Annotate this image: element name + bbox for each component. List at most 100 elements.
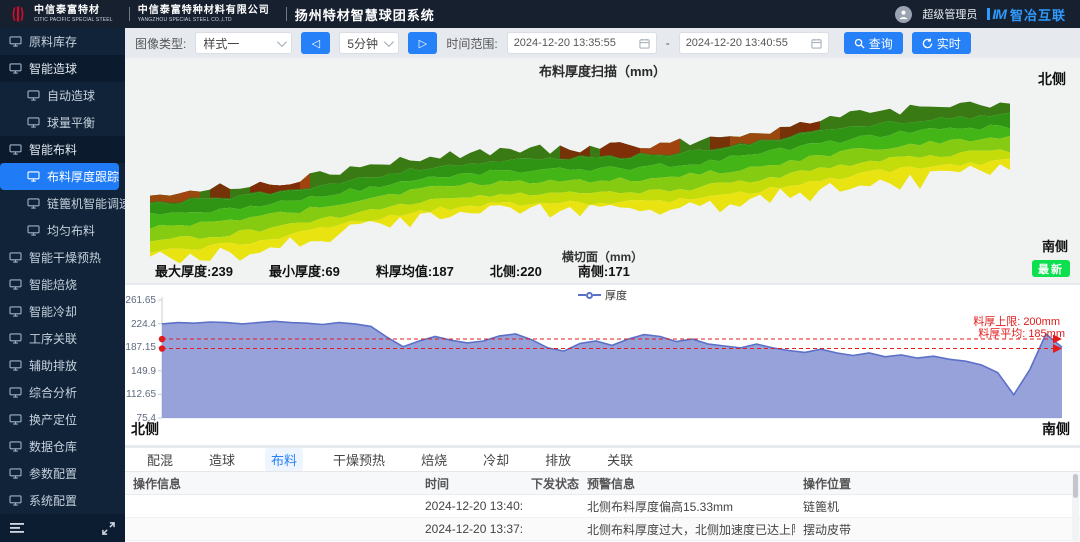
user-avatar[interactable] bbox=[895, 6, 912, 23]
table-cell: 2024-12-20 13:40:00 bbox=[417, 499, 523, 513]
sidebar-item-menu[interactable]: 智能布料 bbox=[0, 136, 125, 163]
header-divider bbox=[129, 7, 130, 21]
time-from-value: 2024-12-20 13:35:55 bbox=[514, 37, 616, 49]
monitor-icon bbox=[27, 225, 40, 236]
tab-item[interactable]: 关联 bbox=[601, 448, 639, 471]
table-scrollbar-thumb[interactable] bbox=[1073, 474, 1078, 498]
thickness-chart-svg[interactable] bbox=[125, 285, 1080, 445]
sidebar-item-menu[interactable]: 综合分析 bbox=[0, 379, 125, 406]
stat-avg: 料厚均值:187 bbox=[376, 261, 454, 280]
time-to-value: 2024-12-20 13:40:55 bbox=[686, 37, 788, 49]
chevron-down-icon bbox=[277, 37, 287, 47]
sidebar-item-label: 布料厚度跟踪 bbox=[47, 168, 119, 185]
chart-north-label: 北侧 bbox=[131, 419, 159, 439]
process-tabs: 配混 造球 布料 干燥预热 焙烧 冷却 排放 关联 bbox=[125, 448, 1080, 472]
brand-citic-en: CITIC PACIFIC SPECIAL STEEL bbox=[34, 18, 113, 23]
brand-yangzhou-en: YANGZHOU SPECIAL STEEL CO.,LTD bbox=[138, 18, 270, 23]
time-to-input[interactable]: 2024-12-20 13:40:55 bbox=[679, 32, 829, 54]
query-button[interactable]: 查询 bbox=[844, 32, 903, 54]
warning-table-panel: 配混 造球 布料 干燥预热 焙烧 冷却 排放 关联 操作信息时间下发状态预警信息操作位置 20… bbox=[125, 448, 1080, 542]
table-body: 2024-12-20 13:40:00北侧布料厚度偏高15.33mm链篦机202… bbox=[125, 495, 1080, 541]
tab-item[interactable]: 配混 bbox=[141, 448, 179, 471]
zhiye-logo-mark: IM bbox=[987, 8, 1006, 20]
sidebar-item-label: 原料库存 bbox=[29, 33, 77, 50]
sidebar-item-menu[interactable]: 智能焙烧 bbox=[0, 271, 125, 298]
system-title: 扬州特材智慧球团系统 bbox=[295, 5, 435, 24]
stat-max: 最大厚度:239 bbox=[155, 261, 233, 280]
fullscreen-icon[interactable] bbox=[102, 522, 115, 535]
table-header-cell: 操作信息 bbox=[125, 475, 417, 492]
monitor-icon bbox=[27, 171, 40, 182]
collapse-menu-icon[interactable] bbox=[10, 522, 24, 534]
tab-active[interactable]: 布料 bbox=[265, 448, 303, 471]
next-interval-button[interactable]: ▷ bbox=[408, 32, 437, 54]
monitor-icon bbox=[9, 333, 22, 344]
image-type-select[interactable]: 样式一 bbox=[195, 32, 292, 54]
thickness-chart-panel: 厚度 261.65224.4187.15149.9112.6575.4 料厚上限… bbox=[125, 285, 1080, 445]
monitor-icon bbox=[27, 90, 40, 101]
tab-item[interactable]: 冷却 bbox=[477, 448, 515, 471]
brand-yangzhou: 中信泰富特种材料有限公司 YANGZHOU SPECIAL STEEL CO.,… bbox=[138, 6, 270, 23]
sidebar-item-menu[interactable]: 数据仓库 bbox=[0, 433, 125, 460]
table-cell: 北侧布料厚度过大，北侧加速度已达上限值，不再增速 bbox=[579, 521, 795, 538]
top-header: 中信泰富特材 CITIC PACIFIC SPECIAL STEEL 中信泰富特… bbox=[0, 0, 1080, 28]
sidebar-item-menu[interactable]: 智能冷却 bbox=[0, 298, 125, 325]
surface-3d-plot[interactable] bbox=[125, 70, 1080, 270]
monitor-icon bbox=[9, 468, 22, 479]
table-row[interactable]: 2024-12-20 13:37:00北侧布料厚度过大，北侧加速度已达上限值，不… bbox=[125, 518, 1080, 541]
tab-item[interactable]: 焙烧 bbox=[415, 448, 453, 471]
sidebar-item-menu[interactable]: 工序关联 bbox=[0, 325, 125, 352]
sidebar-item-menu[interactable]: 智能造球 bbox=[0, 55, 125, 82]
table-header-row: 操作信息时间下发状态预警信息操作位置 bbox=[125, 472, 1080, 495]
sidebar-item-menu[interactable]: 均匀布料 bbox=[0, 217, 125, 244]
sidebar: 原料库存智能造球自动造球球量平衡智能布料布料厚度跟踪链篦机智能调速均匀布料智能干… bbox=[0, 28, 125, 542]
latest-button[interactable]: 最新 bbox=[1032, 260, 1070, 277]
realtime-button-label: 实时 bbox=[937, 35, 961, 52]
monitor-icon bbox=[9, 36, 22, 47]
brand-yangzhou-cn: 中信泰富特种材料有限公司 bbox=[138, 6, 270, 16]
sidebar-item-label: 自动造球 bbox=[47, 87, 95, 104]
brand-citic-cn: 中信泰富特材 bbox=[34, 6, 113, 16]
prev-interval-button[interactable]: ◁ bbox=[301, 32, 330, 54]
tab-item[interactable]: 排放 bbox=[539, 448, 577, 471]
stat-min: 最小厚度:69 bbox=[269, 261, 340, 280]
table-header-cell: 预警信息 bbox=[579, 475, 795, 492]
sidebar-item-menu[interactable]: 原料库存 bbox=[0, 28, 125, 55]
sidebar-item-label: 综合分析 bbox=[29, 384, 77, 401]
sidebar-item-menu[interactable]: 换产定位 bbox=[0, 406, 125, 433]
sidebar-item-menu[interactable]: 球量平衡 bbox=[0, 109, 125, 136]
sidebar-item-label: 参数配置 bbox=[29, 465, 77, 482]
sidebar-item-active[interactable]: 布料厚度跟踪 bbox=[0, 163, 119, 190]
citic-logo-icon bbox=[8, 4, 28, 24]
monitor-icon bbox=[27, 117, 40, 128]
tab-item[interactable]: 造球 bbox=[203, 448, 241, 471]
sidebar-bottom-bar bbox=[0, 514, 125, 542]
chevron-down-icon bbox=[384, 37, 394, 47]
sidebar-item-label: 系统配置 bbox=[29, 492, 77, 509]
monitor-icon bbox=[9, 144, 22, 155]
sidebar-item-menu[interactable]: 系统配置 bbox=[0, 487, 125, 514]
sidebar-item-label: 智能布料 bbox=[29, 141, 77, 158]
realtime-button[interactable]: 实时 bbox=[912, 32, 971, 54]
query-toolbar: 图像类型: 样式一 ◁ 5分钟 ▷ 时间范围: 2024-12-20 13:35… bbox=[125, 28, 1080, 58]
sidebar-item-menu[interactable]: 智能干燥预热 bbox=[0, 244, 125, 271]
tab-item[interactable]: 干燥预热 bbox=[327, 448, 391, 471]
header-divider bbox=[286, 7, 287, 21]
current-user[interactable]: 超级管理员 bbox=[922, 6, 977, 22]
image-type-value: 样式一 bbox=[203, 35, 239, 52]
sidebar-item-menu[interactable]: 辅助排放 bbox=[0, 352, 125, 379]
time-from-input[interactable]: 2024-12-20 13:35:55 bbox=[507, 32, 657, 54]
sidebar-item-menu[interactable]: 参数配置 bbox=[0, 460, 125, 487]
table-scrollbar[interactable] bbox=[1072, 473, 1079, 542]
table-row[interactable]: 2024-12-20 13:40:00 北侧布料厚度偏高15.33mm链篦机 bbox=[125, 495, 1080, 518]
table-cell: 链篦机 bbox=[795, 498, 1080, 515]
table-cell: 北侧布料厚度偏高15.33mm bbox=[579, 498, 795, 515]
monitor-icon bbox=[9, 252, 22, 263]
interval-select[interactable]: 5分钟 bbox=[339, 32, 399, 54]
sidebar-item-menu[interactable]: 链篦机智能调速 bbox=[0, 190, 125, 217]
monitor-icon bbox=[9, 279, 22, 290]
sidebar-item-menu[interactable]: 自动造球 bbox=[0, 82, 125, 109]
monitor-icon bbox=[9, 360, 22, 371]
sidebar-item-label: 智能干燥预热 bbox=[29, 249, 101, 266]
person-icon bbox=[898, 9, 909, 20]
